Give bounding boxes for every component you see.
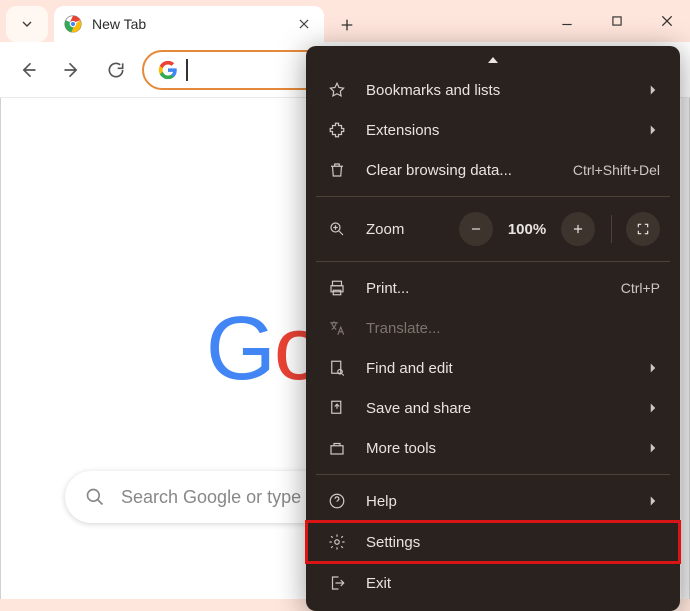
translate-icon [328,319,346,337]
menu-shortcut: Ctrl+P [621,280,660,296]
zoom-value: 100% [503,221,551,238]
star-icon [328,81,346,99]
menu-label: Find and edit [366,360,646,377]
plus-icon [571,222,585,236]
new-tab-button[interactable] [330,8,364,42]
exit-icon [328,574,346,592]
tab-close-button[interactable] [294,14,314,34]
reload-icon [106,60,126,80]
reload-button[interactable] [98,52,134,88]
help-icon [328,492,346,510]
minimize-icon [560,14,574,28]
plus-icon [339,17,355,33]
forward-button[interactable] [54,52,90,88]
menu-item-save-share[interactable]: Save and share [306,388,680,428]
divider [611,215,612,243]
close-icon [297,17,311,31]
window-controls [550,6,684,36]
chrome-menu: Bookmarks and lists Extensions Clear bro… [306,46,680,611]
menu-item-exit[interactable]: Exit [306,563,680,603]
zoom-in-button[interactable] [561,212,595,246]
gear-icon [328,533,346,551]
menu-item-more-tools[interactable]: More tools [306,428,680,468]
minimize-button[interactable] [550,6,584,36]
menu-item-print[interactable]: Print... Ctrl+P [306,268,680,308]
chevron-right-icon [649,362,657,374]
menu-item-extensions[interactable]: Extensions [306,110,680,150]
chevron-right-icon [649,84,657,96]
menu-separator [316,196,670,197]
menu-separator [316,474,670,475]
fullscreen-button[interactable] [626,212,660,246]
menu-item-help[interactable]: Help [306,481,680,521]
menu-label: Extensions [366,122,646,139]
vertical-scrollbar[interactable] [681,98,689,599]
menu-label: Print... [366,280,621,297]
menu-shortcut: Ctrl+Shift+Del [573,162,660,178]
share-icon [328,399,346,417]
search-icon [85,487,105,507]
arrow-left-icon [18,60,38,80]
menu-label: Exit [366,575,660,592]
menu-item-settings[interactable]: Settings [306,521,680,563]
close-window-button[interactable] [650,6,684,36]
menu-label: Help [366,493,646,510]
printer-icon [328,279,346,297]
zoom-out-button[interactable] [459,212,493,246]
text-cursor [186,59,188,81]
maximize-button[interactable] [600,6,634,36]
tab-title: New Tab [92,16,294,32]
fullscreen-icon [636,222,650,236]
menu-caret [306,46,680,70]
arrow-right-icon [62,60,82,80]
chevron-right-icon [649,124,657,136]
document-search-icon [328,359,346,377]
menu-label: Settings [366,534,660,551]
tab-strip: New Tab [0,0,690,42]
menu-item-translate[interactable]: Translate... [306,308,680,348]
menu-item-clear-browsing[interactable]: Clear browsing data... Ctrl+Shift+Del [306,150,680,190]
menu-label: Clear browsing data... [366,162,573,179]
tab-search-button[interactable] [6,6,48,42]
minus-icon [469,222,483,236]
zoom-icon [328,220,346,238]
puzzle-icon [328,121,346,139]
menu-item-find-edit[interactable]: Find and edit [306,348,680,388]
trash-icon [328,161,346,179]
menu-separator [316,261,670,262]
menu-item-zoom: Zoom 100% [306,203,680,255]
menu-label: Bookmarks and lists [366,82,646,99]
toolbox-icon [328,439,346,457]
address-bar[interactable] [142,50,332,90]
chevron-right-icon [649,402,657,414]
close-icon [659,13,675,29]
browser-tab[interactable]: New Tab [54,6,324,42]
menu-label: Save and share [366,400,646,417]
chevron-right-icon [649,495,657,507]
menu-item-bookmarks[interactable]: Bookmarks and lists [306,70,680,110]
maximize-icon [610,14,624,28]
chevron-right-icon [649,442,657,454]
zoom-label: Zoom [366,221,459,238]
google-g-icon [158,60,178,80]
menu-label: Translate... [366,320,660,337]
chevron-down-icon [19,16,35,32]
chrome-icon [64,15,82,33]
back-button[interactable] [10,52,46,88]
menu-label: More tools [366,440,646,457]
